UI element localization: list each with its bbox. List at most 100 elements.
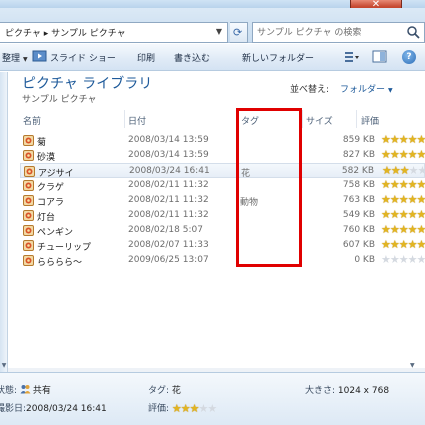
star-icon[interactable]: ★ bbox=[417, 133, 425, 146]
star-icon[interactable]: ★ bbox=[399, 208, 409, 221]
star-icon[interactable]: ★ bbox=[390, 148, 400, 161]
file-date: 2009/06/25 13:07 bbox=[128, 255, 209, 265]
column-header-name[interactable]: 名前 bbox=[23, 114, 41, 127]
star-icon[interactable]: ★ bbox=[408, 193, 418, 206]
slideshow-button[interactable]: スライド ショー bbox=[50, 51, 116, 64]
star-icon[interactable]: ★ bbox=[399, 193, 409, 206]
scroll-down-arrow-icon[interactable]: ▼ bbox=[410, 362, 415, 369]
star-icon[interactable]: ★ bbox=[409, 164, 419, 177]
star-icon[interactable]: ★ bbox=[417, 253, 425, 266]
help-icon[interactable]: ? bbox=[402, 50, 416, 64]
details-rating[interactable]: 評価: ★★★★★ bbox=[148, 401, 217, 415]
star-icon[interactable]: ★ bbox=[399, 253, 409, 266]
star-icon[interactable]: ★ bbox=[399, 238, 409, 251]
star-icon[interactable]: ★ bbox=[382, 164, 392, 177]
slideshow-icon[interactable] bbox=[32, 50, 47, 63]
breadcrumb[interactable]: ピクチャ ▸ サンプル ピクチャ bbox=[5, 26, 126, 39]
rating-stars[interactable]: ★★★★★ bbox=[381, 224, 425, 236]
star-icon[interactable]: ★ bbox=[417, 238, 425, 251]
file-row[interactable]: 菊 2008/03/14 13:59 859 KB ★★★★★ bbox=[20, 133, 425, 148]
star-icon[interactable]: ★ bbox=[207, 402, 217, 415]
file-row[interactable]: 灯台 2008/02/11 11:32 549 KB ★★★★★ bbox=[20, 208, 425, 223]
star-icon[interactable]: ★ bbox=[408, 208, 418, 221]
file-row[interactable]: コアラ 2008/02/11 11:32 動物 763 KB ★★★★★ bbox=[20, 193, 425, 208]
rating-stars[interactable]: ★★★★★ bbox=[172, 402, 217, 415]
star-icon[interactable]: ★ bbox=[391, 164, 401, 177]
star-icon[interactable]: ★ bbox=[390, 238, 400, 251]
star-icon[interactable]: ★ bbox=[417, 208, 425, 221]
file-row[interactable]: ペンギン 2008/02/18 5:07 760 KB ★★★★★ bbox=[20, 223, 425, 238]
rating-stars[interactable]: ★★★★★ bbox=[381, 194, 425, 206]
file-size: 582 KB bbox=[341, 166, 374, 176]
view-options-icon[interactable] bbox=[344, 50, 359, 63]
star-icon[interactable]: ★ bbox=[418, 164, 425, 177]
star-icon[interactable]: ★ bbox=[417, 223, 425, 236]
star-icon[interactable]: ★ bbox=[181, 402, 191, 415]
new-folder-button[interactable]: 新しいフォルダー bbox=[242, 51, 314, 64]
star-icon[interactable]: ★ bbox=[408, 223, 418, 236]
search-icon[interactable] bbox=[406, 25, 420, 39]
star-icon[interactable]: ★ bbox=[408, 178, 418, 191]
star-icon[interactable]: ★ bbox=[190, 402, 200, 415]
navigation-pane-edge[interactable] bbox=[0, 72, 8, 372]
star-icon[interactable]: ★ bbox=[381, 223, 391, 236]
column-divider[interactable] bbox=[356, 110, 357, 128]
star-icon[interactable]: ★ bbox=[399, 133, 409, 146]
star-icon[interactable]: ★ bbox=[381, 238, 391, 251]
star-icon[interactable]: ★ bbox=[381, 208, 391, 221]
rating-stars[interactable]: ★★★★★ bbox=[381, 179, 425, 191]
star-icon[interactable]: ★ bbox=[390, 223, 400, 236]
file-row[interactable]: アジサイ 2008/03/24 16:41 花 582 KB ★★★★★ bbox=[20, 163, 425, 179]
column-header-rating[interactable]: 評価 bbox=[361, 114, 379, 127]
column-header-date[interactable]: 日付 bbox=[128, 114, 146, 127]
star-icon[interactable]: ★ bbox=[390, 133, 400, 146]
rating-stars[interactable]: ★★★★★ bbox=[381, 209, 425, 221]
rating-stars[interactable]: ★★★★★ bbox=[381, 239, 425, 251]
star-icon[interactable]: ★ bbox=[408, 148, 418, 161]
address-bar[interactable]: ピクチャ ▸ サンプル ピクチャ ▼ bbox=[0, 22, 228, 43]
details-tag[interactable]: タグ: 花 bbox=[148, 383, 181, 396]
star-icon[interactable]: ★ bbox=[381, 193, 391, 206]
search-input[interactable] bbox=[257, 25, 397, 40]
column-divider[interactable] bbox=[124, 110, 125, 128]
star-icon[interactable]: ★ bbox=[408, 238, 418, 251]
rating-stars[interactable]: ★★★★★ bbox=[382, 165, 425, 177]
star-icon[interactable]: ★ bbox=[408, 253, 418, 266]
preview-pane-icon[interactable] bbox=[372, 50, 387, 63]
rating-stars[interactable]: ★★★★★ bbox=[381, 254, 425, 266]
column-header-size[interactable]: サイズ bbox=[306, 114, 333, 127]
star-icon[interactable]: ★ bbox=[399, 178, 409, 191]
file-row[interactable]: 砂漠 2008/03/14 13:59 827 KB ★★★★★ bbox=[20, 148, 425, 163]
star-icon[interactable]: ★ bbox=[172, 402, 182, 415]
star-icon[interactable]: ★ bbox=[381, 148, 391, 161]
burn-button[interactable]: 書き込む bbox=[174, 51, 210, 64]
column-divider[interactable] bbox=[302, 110, 303, 128]
file-row[interactable]: らららら～ 2009/06/25 13:07 0 KB ★★★★★ bbox=[20, 253, 425, 268]
rating-stars[interactable]: ★★★★★ bbox=[381, 149, 425, 161]
star-icon[interactable]: ★ bbox=[399, 148, 409, 161]
scroll-down-arrow-icon[interactable]: ▼ bbox=[0, 362, 8, 372]
star-icon[interactable]: ★ bbox=[400, 164, 410, 177]
star-icon[interactable]: ★ bbox=[390, 193, 400, 206]
star-icon[interactable]: ★ bbox=[417, 178, 425, 191]
star-icon[interactable]: ★ bbox=[417, 193, 425, 206]
file-row[interactable]: チューリップ 2008/02/07 11:33 607 KB ★★★★★ bbox=[20, 238, 425, 253]
star-icon[interactable]: ★ bbox=[390, 178, 400, 191]
star-icon[interactable]: ★ bbox=[408, 133, 418, 146]
rating-stars[interactable]: ★★★★★ bbox=[381, 134, 425, 146]
print-button[interactable]: 印刷 bbox=[137, 51, 155, 64]
star-icon[interactable]: ★ bbox=[417, 148, 425, 161]
star-icon[interactable]: ★ bbox=[399, 223, 409, 236]
organize-menu[interactable]: 整理 ▼ bbox=[2, 51, 28, 64]
arrange-by-dropdown[interactable]: フォルダー ▼ bbox=[340, 82, 393, 95]
star-icon[interactable]: ★ bbox=[381, 253, 391, 266]
star-icon[interactable]: ★ bbox=[390, 253, 400, 266]
chevron-down-icon[interactable]: ▼ bbox=[213, 27, 225, 39]
refresh-button[interactable]: ⟳ bbox=[230, 22, 248, 43]
search-box[interactable] bbox=[252, 22, 425, 43]
star-icon[interactable]: ★ bbox=[381, 133, 391, 146]
star-icon[interactable]: ★ bbox=[390, 208, 400, 221]
file-date: 2008/03/14 13:59 bbox=[128, 150, 209, 160]
star-icon[interactable]: ★ bbox=[381, 178, 391, 191]
file-row[interactable]: クラゲ 2008/02/11 11:32 758 KB ★★★★★ bbox=[20, 178, 425, 193]
